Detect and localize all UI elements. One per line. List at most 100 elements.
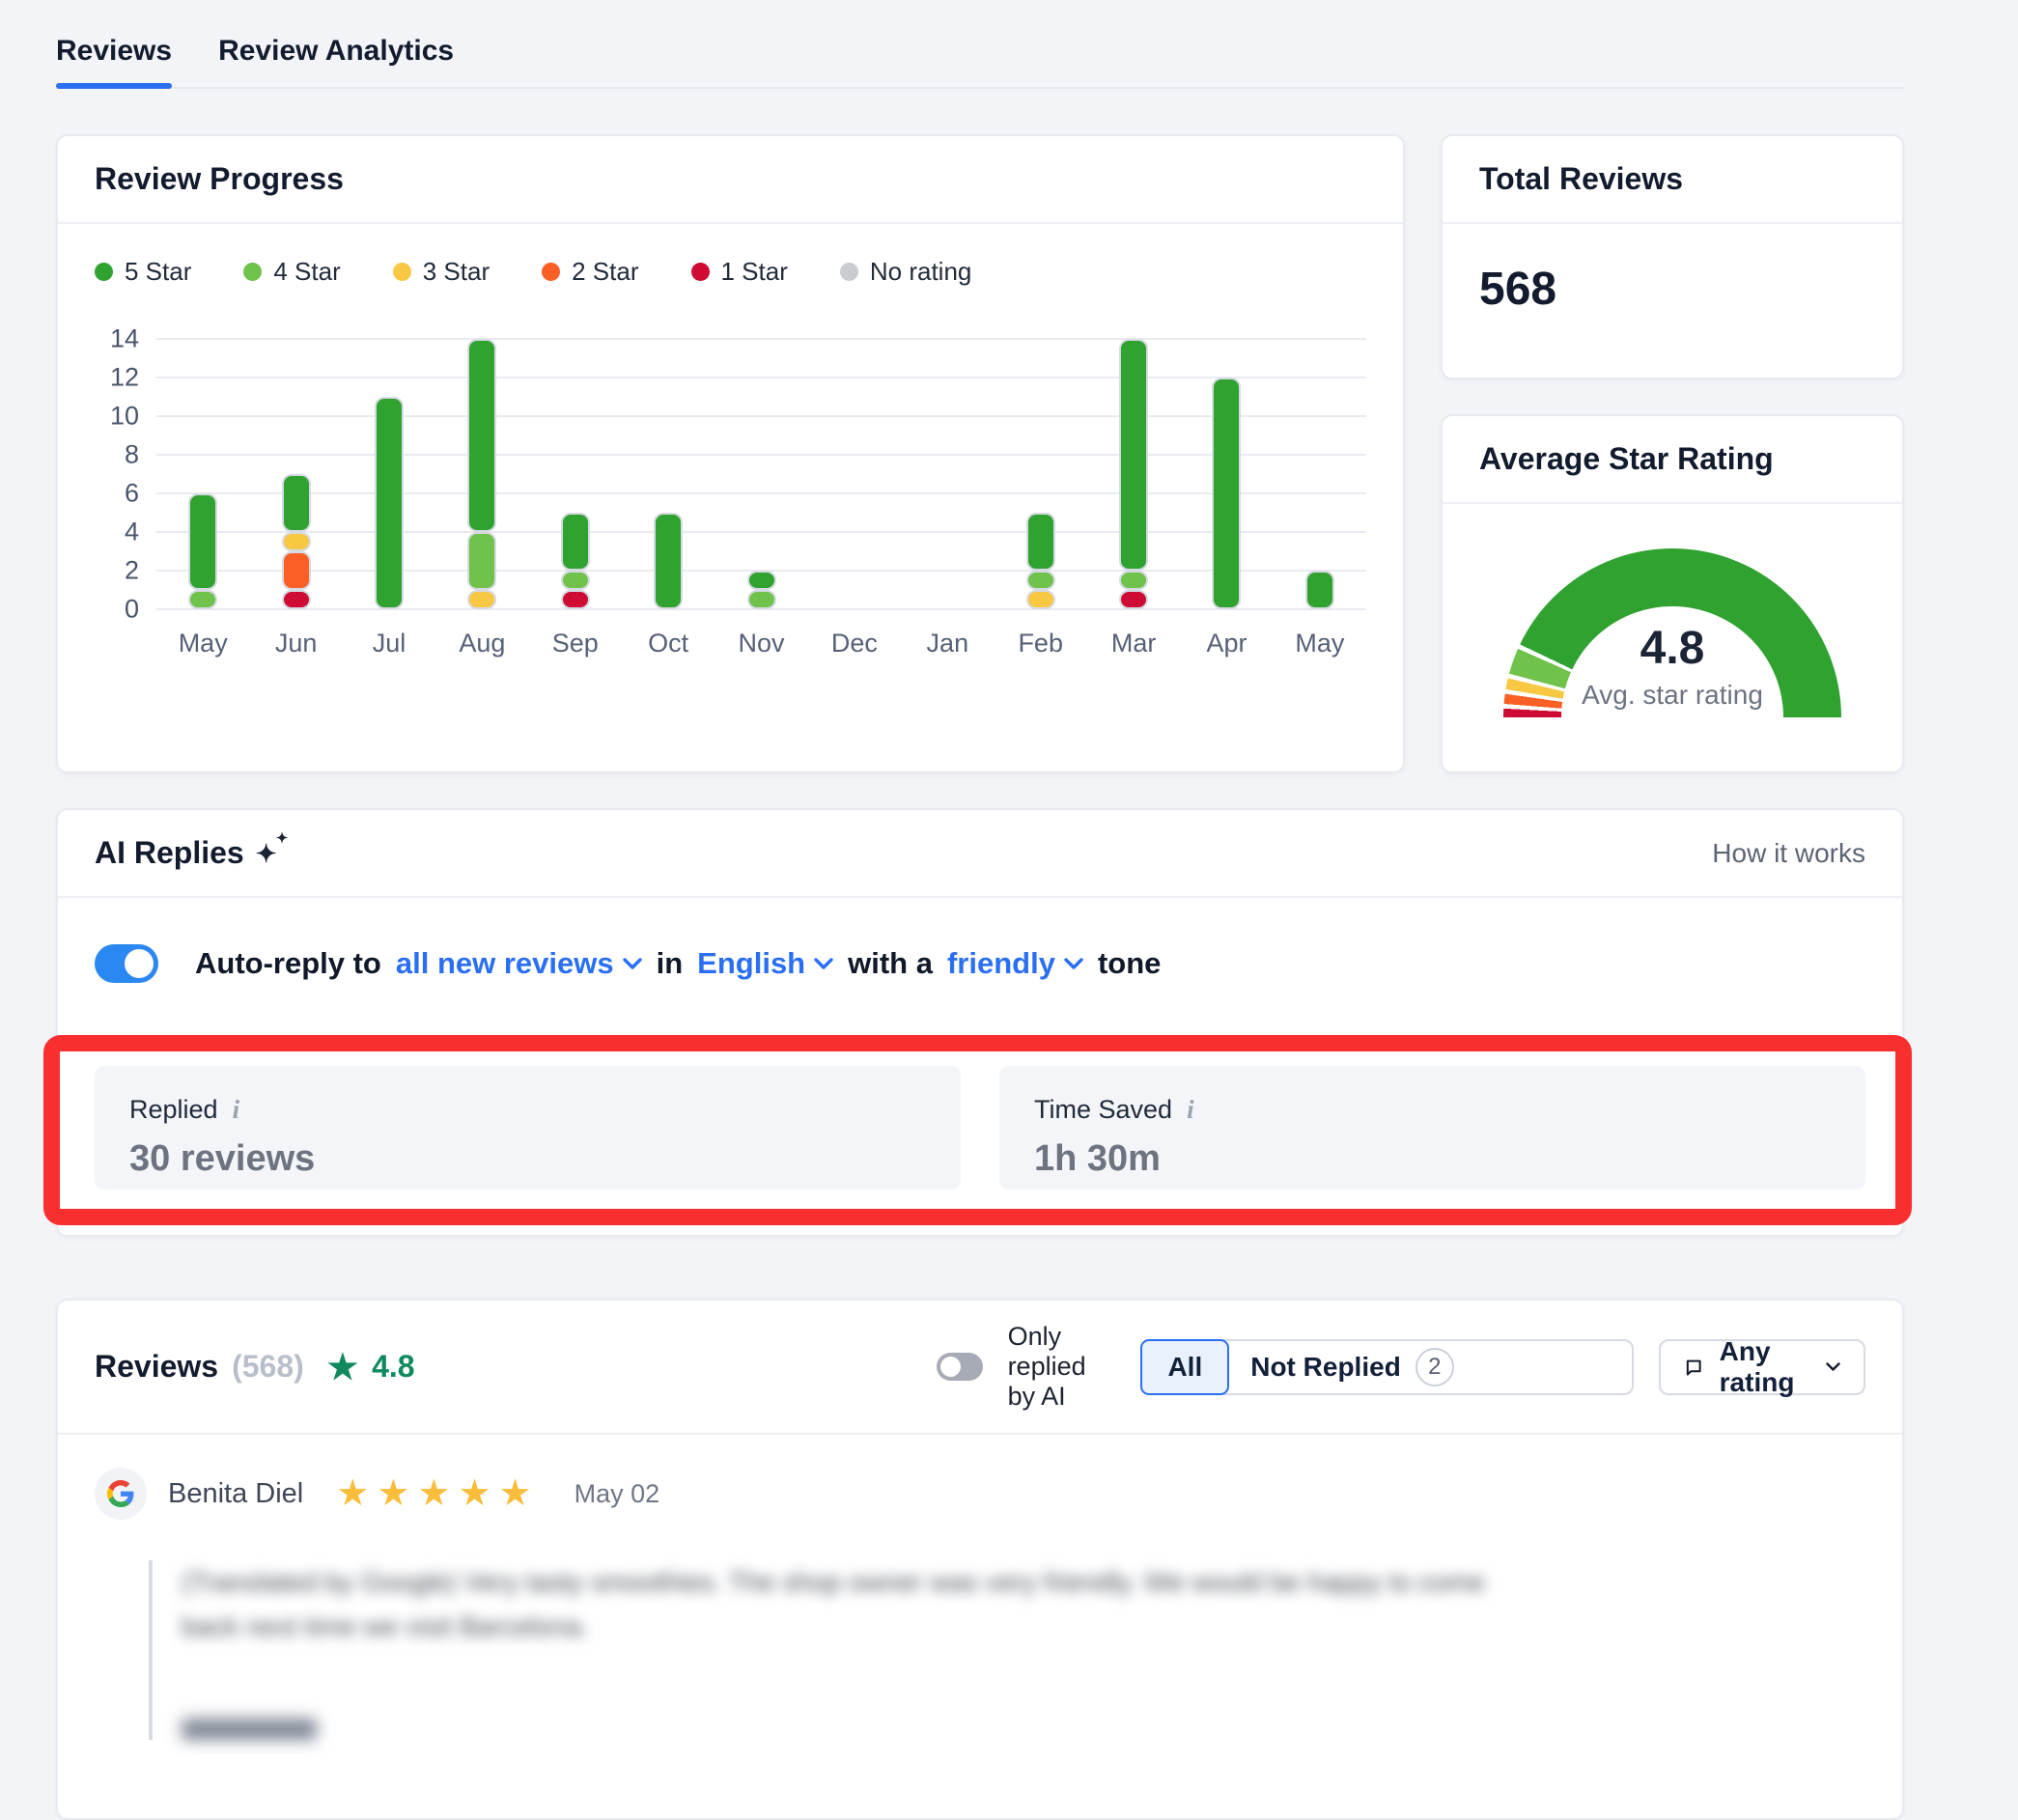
comment-icon — [1684, 1353, 1703, 1382]
stacked-bar[interactable] — [1305, 571, 1334, 609]
legend-dot-icon — [95, 263, 113, 281]
x-tick-label: May — [156, 629, 249, 658]
review-item: Benita Diel ★★★★★ May 02 (Translated by … — [58, 1435, 1902, 1740]
chevron-down-icon — [1064, 957, 1083, 970]
y-tick-label: 2 — [125, 556, 139, 586]
stacked-bar[interactable] — [467, 339, 496, 609]
legend-dot-icon — [542, 263, 560, 281]
y-tick-label: 12 — [110, 363, 139, 393]
chart-x-axis: MayJunJulAugSepOctNovDecJanFebMarAprMay — [156, 629, 1366, 658]
chart-legend: 5 Star 4 Star 3 Star 2 Star 1 Star No rating — [95, 257, 1366, 287]
review-author: Benita Diel — [168, 1478, 303, 1510]
x-tick-label: Mar — [1087, 629, 1180, 658]
x-tick-label: Sep — [529, 629, 622, 658]
legend-item[interactable]: 4 Star — [243, 257, 340, 287]
legend-dot-icon — [243, 263, 262, 281]
any-rating-dropdown[interactable]: Any rating — [1659, 1339, 1865, 1395]
time-saved-label: Time Saved — [1034, 1095, 1172, 1125]
average-star-rating-title: Average Star Rating — [1443, 416, 1902, 504]
x-tick-label: Jan — [901, 629, 994, 658]
chart-plot — [156, 339, 1366, 609]
legend-item[interactable]: 1 Star — [691, 257, 788, 287]
x-tick-label: Jun — [249, 629, 342, 658]
with-a-word: with a — [848, 946, 933, 981]
info-icon[interactable]: i — [1187, 1095, 1194, 1125]
tone-word: tone — [1098, 946, 1161, 981]
ai-replies-card: AI Replies ✦✦ How it works Auto-reply to… — [56, 808, 1904, 1237]
filter-not-replied-button[interactable]: Not Replied 2 — [1227, 1341, 1477, 1393]
reviews-count: (568) — [232, 1349, 304, 1385]
google-logo-icon — [95, 1468, 147, 1520]
tone-dropdown[interactable]: friendly — [947, 946, 1083, 981]
reviews-title: Reviews — [95, 1349, 218, 1385]
stacked-bar[interactable] — [747, 571, 776, 609]
stacked-bar[interactable] — [375, 397, 404, 609]
tab-review-analytics[interactable]: Review Analytics — [218, 35, 454, 87]
only-replied-by-ai-label: Only replied by AI — [1008, 1322, 1116, 1412]
stacked-bar[interactable] — [654, 513, 683, 609]
only-replied-by-ai-toggle[interactable] — [937, 1353, 983, 1381]
y-tick-label: 14 — [110, 324, 139, 354]
replied-value: 30 reviews — [129, 1138, 926, 1180]
time-saved-stat: Time Saved i 1h 30m — [999, 1066, 1865, 1190]
stacked-bar[interactable] — [1119, 339, 1148, 609]
review-quote: (Translated by Google) Very tasty smooth… — [149, 1560, 1865, 1740]
chevron-down-icon — [1826, 1359, 1840, 1374]
chevron-down-icon — [814, 957, 833, 970]
y-tick-label: 0 — [125, 595, 139, 625]
x-tick-label: May — [1274, 629, 1366, 658]
x-tick-label: Oct — [622, 629, 715, 658]
x-tick-label: Dec — [808, 629, 901, 658]
sparkles-icon: ✦✦ — [256, 841, 294, 866]
stacked-bar[interactable] — [1026, 513, 1055, 609]
star-rating-gauge: 4.8 Avg. star rating — [1503, 548, 1841, 717]
auto-reply-toggle[interactable] — [95, 944, 158, 983]
y-tick-label: 4 — [125, 518, 139, 547]
gauge-caption: Avg. star rating — [1503, 680, 1841, 711]
x-tick-label: Nov — [715, 629, 807, 658]
page: Reviews Review Analytics Review Progress… — [56, 0, 1904, 1820]
review-text-blurred: (Translated by Google) Very tasty smooth… — [182, 1560, 1504, 1649]
ai-replies-title: AI Replies — [95, 835, 244, 871]
y-tick-label: 8 — [125, 440, 139, 470]
legend-item[interactable]: 3 Star — [393, 257, 490, 287]
blurred-text-fragment — [182, 1719, 317, 1740]
review-progress-title: Review Progress — [58, 136, 1403, 224]
x-tick-label: Feb — [995, 629, 1087, 658]
stacked-bar[interactable] — [1212, 378, 1241, 609]
total-reviews-value: 568 — [1443, 224, 1902, 378]
info-icon[interactable]: i — [233, 1095, 240, 1125]
stacked-bar[interactable] — [282, 474, 311, 609]
reviews-scope-dropdown[interactable]: all new reviews — [396, 946, 642, 981]
legend-dot-icon — [393, 263, 411, 281]
review-date: May 02 — [575, 1479, 660, 1509]
legend-item[interactable]: 2 Star — [542, 257, 638, 287]
chart-y-axis: 02468101214 — [95, 339, 156, 609]
total-reviews-title: Total Reviews — [1443, 136, 1902, 224]
filter-all-button[interactable]: All — [1140, 1339, 1229, 1395]
legend-item[interactable]: No rating — [840, 257, 972, 287]
stacked-bar[interactable] — [188, 493, 217, 609]
language-dropdown[interactable]: English — [697, 946, 833, 981]
tab-reviews[interactable]: Reviews — [56, 35, 172, 87]
how-it-works-link[interactable]: How it works — [1712, 838, 1865, 869]
y-tick-label: 6 — [125, 479, 139, 509]
replied-stat: Replied i 30 reviews — [95, 1066, 961, 1190]
replied-filter-segmented: All Not Replied 2 — [1140, 1339, 1634, 1395]
reviews-avg-rating: 4.8 — [372, 1349, 414, 1385]
x-tick-label: Aug — [435, 629, 528, 658]
x-tick-label: Apr — [1180, 629, 1273, 658]
legend-dot-icon — [691, 263, 710, 281]
x-tick-label: Jul — [343, 629, 435, 658]
review-progress-chart: 02468101214 — [95, 339, 1366, 609]
tab-bar: Reviews Review Analytics — [56, 0, 1904, 89]
legend-item[interactable]: 5 Star — [95, 257, 191, 287]
in-word: in — [657, 946, 684, 981]
chevron-down-icon — [623, 957, 642, 970]
time-saved-value: 1h 30m — [1034, 1138, 1831, 1180]
stacked-bar[interactable] — [561, 513, 590, 609]
average-star-rating-card: Average Star Rating 4.8 Avg. star rating — [1441, 414, 1904, 773]
total-reviews-card: Total Reviews 568 — [1441, 134, 1904, 379]
gauge-value: 4.8 — [1503, 622, 1841, 675]
legend-dot-icon — [840, 263, 858, 281]
